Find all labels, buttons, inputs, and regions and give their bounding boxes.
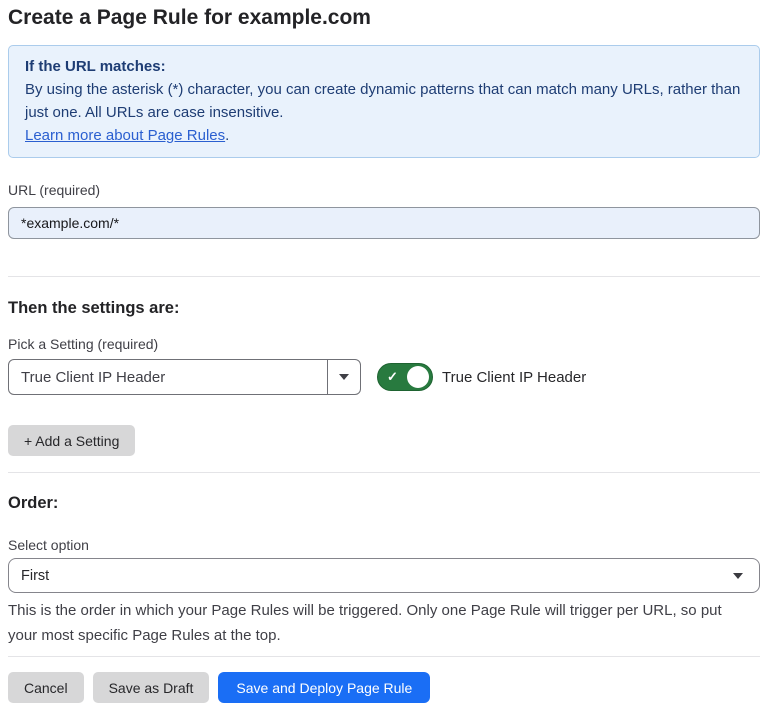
url-input[interactable] — [8, 207, 760, 239]
order-section-heading: Order: — [8, 493, 760, 513]
save-as-draft-button[interactable]: Save as Draft — [93, 672, 210, 703]
setting-row: True Client IP Header ✓ True Client IP H… — [8, 359, 760, 395]
page-title: Create a Page Rule for example.com — [8, 4, 760, 32]
toggle-knob — [407, 366, 429, 388]
chevron-down-icon — [733, 573, 743, 579]
check-icon: ✓ — [387, 370, 398, 383]
url-match-info-callout: If the URL matches: By using the asteris… — [8, 45, 760, 158]
order-select-label: Select option — [8, 537, 760, 554]
link-suffix-period: . — [225, 127, 229, 144]
settings-section-heading: Then the settings are: — [8, 298, 760, 318]
divider — [8, 656, 760, 657]
info-callout-heading: If the URL matches: — [25, 55, 743, 78]
divider — [8, 472, 760, 473]
chevron-down-icon — [339, 374, 349, 380]
order-select-dropdown[interactable]: First — [8, 558, 760, 593]
add-setting-button[interactable]: + Add a Setting — [8, 425, 135, 456]
order-select-value: First — [21, 568, 733, 584]
divider — [8, 276, 760, 277]
true-client-ip-toggle[interactable]: ✓ — [377, 363, 433, 391]
order-help-text: This is the order in which your Page Rul… — [8, 598, 748, 648]
setting-picker-label: Pick a Setting (required) — [8, 336, 760, 353]
cancel-button[interactable]: Cancel — [8, 672, 84, 703]
info-callout-link-line: Learn more about Page Rules. — [25, 124, 743, 147]
setting-picker-value: True Client IP Header — [9, 360, 327, 394]
learn-more-link[interactable]: Learn more about Page Rules — [25, 127, 225, 144]
setting-picker-dropdown[interactable]: True Client IP Header — [8, 359, 361, 395]
toggle-label: True Client IP Header — [442, 369, 586, 386]
url-field-label: URL (required) — [8, 182, 760, 199]
footer-actions: Cancel Save as Draft Save and Deploy Pag… — [8, 672, 760, 703]
save-and-deploy-button[interactable]: Save and Deploy Page Rule — [218, 672, 430, 703]
info-callout-body: By using the asterisk (*) character, you… — [25, 78, 743, 124]
setting-picker-arrow-button[interactable] — [327, 360, 360, 394]
